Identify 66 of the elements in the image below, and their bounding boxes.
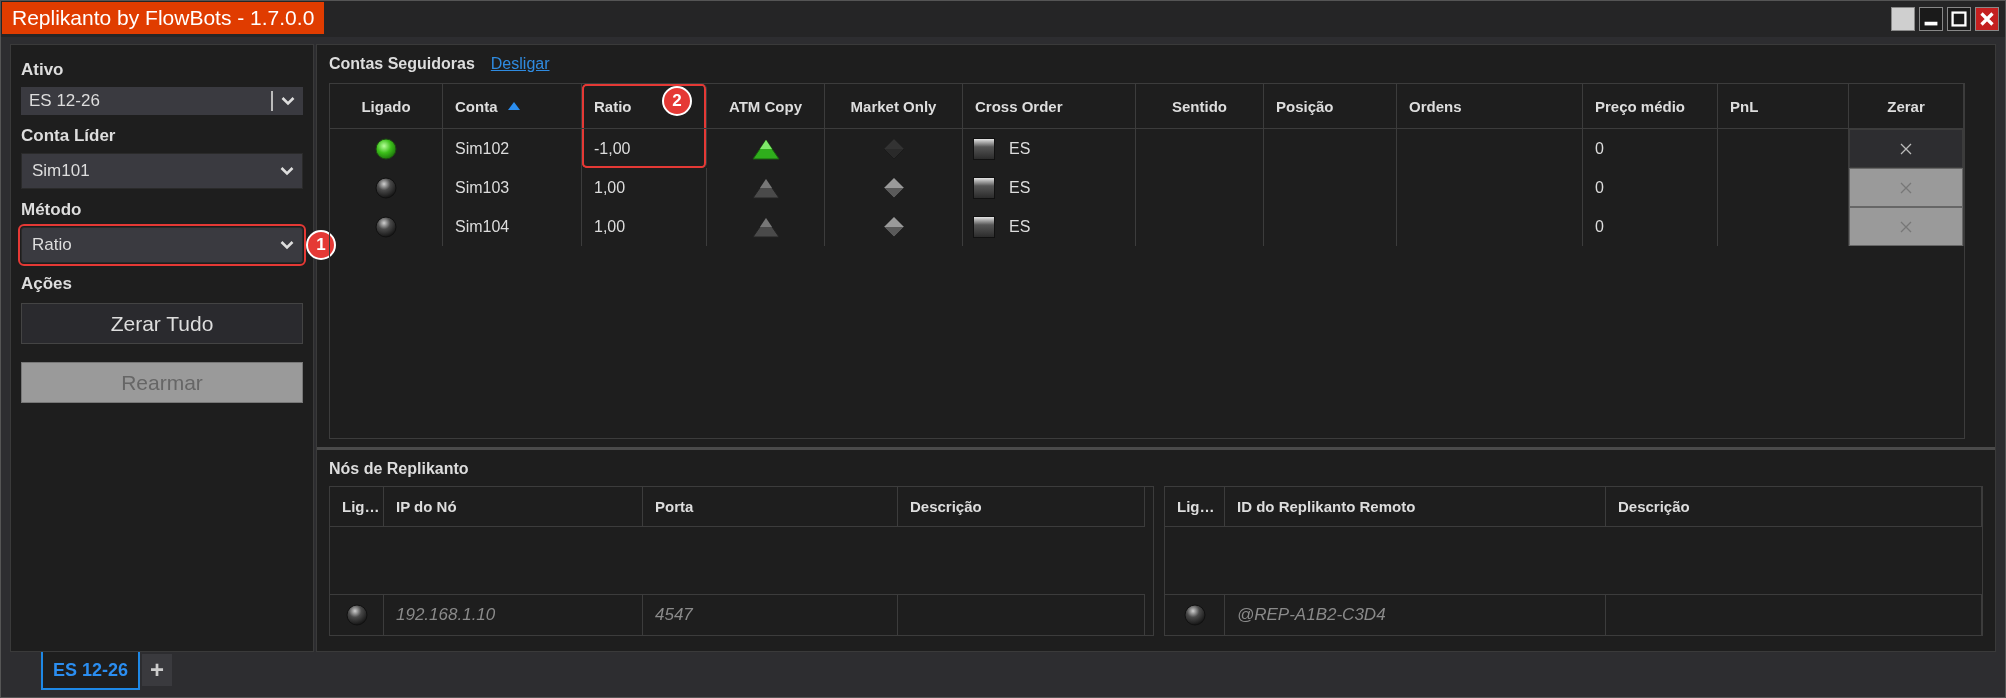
minimize-icon [1924,21,1938,26]
column-header[interactable]: Porta [643,487,898,527]
column-header[interactable]: Lig… [1165,487,1225,527]
callout-badge: 1 [306,230,336,260]
column-header[interactable]: Lig… [330,487,384,527]
field-label: Método [21,199,82,221]
square-toggle-icon [973,215,995,238]
table-cell: 0 [1583,168,1718,207]
clear-button[interactable] [1849,129,1963,168]
action-button[interactable]: Zerar Tudo [21,303,303,344]
window-title: Replikanto by FlowBots - 1.7.0.0 [2,2,325,34]
table-cell: 0 [1583,207,1718,246]
dropdown[interactable]: Sim101 [21,153,303,189]
table-cell: -1,00 [582,129,707,168]
column-header[interactable]: Descrição [898,487,1145,527]
column-header[interactable]: Ligado [330,84,443,129]
table-cell: 0 [1583,129,1718,168]
column-header[interactable]: Sentido [1136,84,1264,129]
column-header[interactable]: Preço médio [1583,84,1718,129]
table-cell: 4547 [643,595,898,635]
dropdown[interactable]: Ratio [21,227,303,263]
x-icon [1900,142,1912,155]
sort-ascending-icon [507,102,520,110]
square-toggle-icon [973,176,995,199]
column-header[interactable]: Posição [1264,84,1397,129]
maximize-button[interactable] [1947,7,1971,31]
chevron-down-icon [280,240,294,250]
table-cell: ES [1009,217,1031,236]
table-cell: @REP-A1B2-C3D4 [1225,595,1606,635]
disconnect-link[interactable]: Desligar [490,55,550,73]
close-button[interactable] [1975,7,1999,31]
x-icon [1900,181,1912,194]
section-title: Contas Seguidoras [329,55,475,73]
column-header[interactable]: ATM Copy [707,84,825,129]
column-header[interactable]: Conta [443,84,582,129]
chevron-down-icon [281,96,295,106]
table-cell: 1,00 [582,168,707,207]
column-header[interactable]: ID do Replikanto Remoto [1225,487,1606,527]
field-label: Ativo [21,59,64,81]
column-header[interactable]: Ratio 2 [582,84,707,129]
section-label: Ações [21,273,73,295]
table-cell: ES [1009,139,1031,158]
table-cell: 192.168.1.10 [384,595,643,635]
section-title: Nós de Replikanto [329,459,470,479]
tab[interactable]: ES 12-26 [41,652,141,690]
x-icon [1900,220,1912,233]
column-header[interactable]: Cross Order [963,84,1136,129]
table-cell: 1,00 [582,207,707,246]
chevron-down-icon [280,166,294,176]
square-toggle-icon [973,137,995,160]
table-cell: Sim102 [443,129,582,168]
column-header[interactable]: IP do Nó [384,487,643,527]
callout-badge: 2 [662,86,692,116]
field-label: Conta Líder [21,125,116,147]
minimize-button[interactable] [1919,7,1943,31]
column-header[interactable]: Market Only [825,84,963,129]
add-tab-button[interactable]: + [142,654,173,686]
table-cell: Sim104 [443,207,582,246]
table-cell: Sim103 [443,168,582,207]
column-header[interactable]: PnL [1718,84,1849,129]
close-icon [1979,11,1995,27]
maximize-icon [1951,11,1967,27]
combo-box[interactable]: ES 12-26 [21,87,303,115]
column-header[interactable]: Descrição [1606,487,1982,527]
table-cell: ES [1009,178,1031,197]
column-header[interactable]: Ordens [1397,84,1583,129]
